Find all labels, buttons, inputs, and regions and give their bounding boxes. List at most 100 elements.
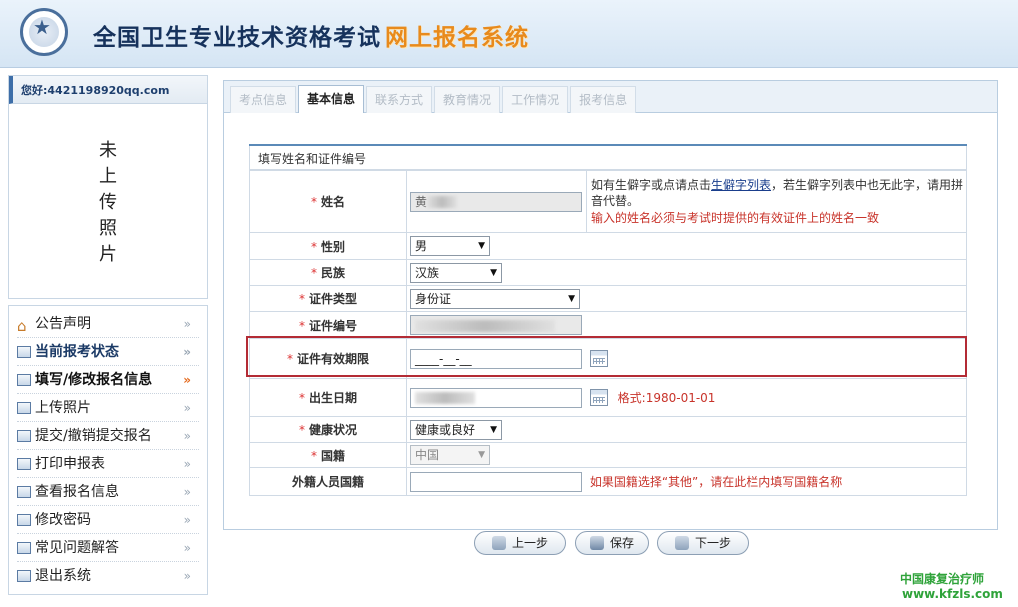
sidebar-menu: ⌂ 公告声明 » 当前报考状态 » 填写/修改报名信息 » 上传照片 » 提交/… <box>8 305 208 595</box>
menu-item-edit-registration[interactable]: 填写/修改报名信息 » <box>17 366 199 394</box>
arrow-left-icon <box>491 536 506 550</box>
menu-item-label: 打印申报表 <box>35 456 105 472</box>
row-nationality: * 国籍 中国 ▼ <box>249 442 967 468</box>
dropdown-arrow-icon: ▼ <box>490 424 497 435</box>
doc-icon <box>17 402 31 414</box>
menu-item-label: 常见问题解答 <box>35 540 119 556</box>
double-chevron-icon: » <box>183 401 191 415</box>
menu-item-print[interactable]: 打印申报表 » <box>17 450 199 478</box>
field-label: 外籍人员国籍 <box>291 475 364 489</box>
save-icon <box>589 536 604 550</box>
tab-contact[interactable]: 联系方式 <box>366 86 433 113</box>
menu-item-label: 查看报名信息 <box>35 484 119 500</box>
double-chevron-icon: » <box>183 569 191 583</box>
exam-logo: ★ <box>20 8 68 56</box>
menu-item-current-status[interactable]: 当前报考状态 » <box>17 338 199 366</box>
prev-button[interactable]: 上一步 <box>474 531 566 555</box>
arrow-right-icon <box>674 536 689 550</box>
header-banner: ★ 全国卫生专业技术资格考试 网上报名系统 <box>0 0 1018 68</box>
doc-icon <box>17 570 31 582</box>
field-label: 民族 <box>320 266 345 280</box>
row-name: * 姓名 黄 如有生僻字或点请点击生僻字列表，若生僻字列表中也无此字，请用拼音代替… <box>249 170 967 233</box>
menu-item-label: 修改密码 <box>35 512 91 528</box>
tab-bar: 考点信息 基本信息 联系方式 教育情况 工作情况 报考信息 <box>224 81 997 113</box>
basic-info-form: 填写姓名和证件编号 * 姓名 黄 如有生僻字或点请点击生僻字列表，若生僻字列表中也… <box>249 144 967 496</box>
doc-icon <box>17 346 31 358</box>
dropdown-arrow-icon: ▼ <box>478 450 485 460</box>
foreign-nationality-note: 如果国籍选择“其他”，请在此栏内填写国籍名称 <box>589 475 843 489</box>
menu-item-label: 当前报考状态 <box>35 344 119 360</box>
menu-item-label: 公告声明 <box>35 316 91 332</box>
doc-icon <box>17 430 31 442</box>
row-birth-date: * 出生日期 格式:1980-01-01 <box>249 378 967 417</box>
tab-education[interactable]: 教育情况 <box>434 86 501 113</box>
birth-date-format-hint: 格式:1980-01-01 <box>617 391 716 405</box>
field-label: 国籍 <box>320 448 345 463</box>
rare-char-link[interactable]: 生僻字列表 <box>711 178 771 192</box>
row-id-number: * 证件编号 <box>249 311 967 339</box>
menu-item-logout[interactable]: 退出系统 » <box>17 562 199 590</box>
doc-icon <box>17 486 31 498</box>
double-chevron-icon: » <box>183 485 191 499</box>
gender-select[interactable]: 男 ▼ <box>410 236 490 256</box>
dropdown-arrow-icon: ▼ <box>490 267 497 278</box>
field-label: 证件编号 <box>308 318 357 333</box>
tab-exam-info[interactable]: 报考信息 <box>570 86 637 113</box>
highlight-box <box>246 336 967 377</box>
calendar-icon[interactable] <box>589 389 608 406</box>
field-label: 姓名 <box>320 195 345 209</box>
menu-item-upload-photo[interactable]: 上传照片 » <box>17 394 199 422</box>
menu-item-change-password[interactable]: 修改密码 » <box>17 506 199 534</box>
house-icon: ⌂ <box>17 317 27 335</box>
user-panel: 您好:4421198920qq.com 未上传照片 <box>8 75 208 299</box>
tab-basic-info[interactable]: 基本信息 <box>298 85 365 113</box>
menu-item-label: 上传照片 <box>35 400 91 416</box>
watermark-line2: www.kfzls.com <box>902 587 1003 601</box>
dropdown-arrow-icon: ▼ <box>568 293 575 304</box>
health-select[interactable]: 健康或良好 ▼ <box>410 419 502 440</box>
menu-item-label: 填写/修改报名信息 <box>35 372 153 388</box>
doc-icon <box>17 542 31 554</box>
menu-item-label: 提交/撤销提交报名 <box>35 428 152 444</box>
menu-item-submit[interactable]: 提交/撤销提交报名 » <box>17 422 199 450</box>
star-icon: ★ <box>33 15 51 39</box>
double-chevron-icon: » <box>183 513 191 527</box>
double-chevron-icon: » <box>183 317 191 331</box>
name-note: 如有生僻字或点请点击生僻字列表，若生僻字列表中也无此字，请用拼音代替。 <box>591 178 964 208</box>
menu-item-view-info[interactable]: 查看报名信息 » <box>17 478 199 506</box>
main-panel: 考点信息 基本信息 联系方式 教育情况 工作情况 报考信息 填写姓名和证件编号 * 姓名 黄… <box>223 80 998 530</box>
doc-icon <box>17 458 31 470</box>
menu-item-announcement[interactable]: ⌂ 公告声明 » <box>17 310 199 338</box>
row-id-type: * 证件类型 身份证 ▼ <box>249 285 967 312</box>
doc-icon <box>17 514 31 526</box>
field-label: 证件类型 <box>308 292 357 306</box>
name-warning: 输入的姓名必须与考试时提供的有效证件上的姓名一致 <box>591 211 880 225</box>
tab-exam-site[interactable]: 考点信息 <box>230 86 297 113</box>
birth-date-input[interactable] <box>410 387 582 408</box>
site-title: 全国卫生专业技术资格考试 <box>93 25 381 51</box>
double-chevron-icon: » <box>183 345 191 359</box>
menu-item-faq[interactable]: 常见问题解答 » <box>17 534 199 562</box>
next-button[interactable]: 下一步 <box>657 531 749 555</box>
name-input[interactable]: 黄 <box>410 191 582 212</box>
row-gender: * 性别 男 ▼ <box>249 232 967 260</box>
id-number-input[interactable] <box>410 315 582 335</box>
foreign-nationality-input[interactable] <box>410 471 582 492</box>
photo-placeholder[interactable]: 未上传照片 <box>99 138 119 268</box>
tab-work[interactable]: 工作情况 <box>502 86 569 113</box>
save-button[interactable]: 保存 <box>575 531 649 555</box>
section-title: 填写姓名和证件编号 <box>249 146 967 170</box>
field-label: 出生日期 <box>308 391 357 405</box>
double-chevron-icon: » <box>183 373 191 387</box>
nationality-select[interactable]: 中国 ▼ <box>410 445 490 465</box>
double-chevron-icon: » <box>183 457 191 471</box>
id-type-select[interactable]: 身份证 ▼ <box>410 288 580 309</box>
ethnicity-select[interactable]: 汉族 ▼ <box>410 262 502 283</box>
watermark-line1: 中国康复治疗师 <box>900 572 985 586</box>
field-label: 性别 <box>320 239 345 254</box>
form-table: * 姓名 黄 如有生僻字或点请点击生僻字列表，若生僻字列表中也无此字，请用拼音代替… <box>249 170 967 496</box>
menu-item-label: 退出系统 <box>35 568 91 584</box>
double-chevron-icon: » <box>183 429 191 443</box>
row-foreign-nationality: 外籍人员国籍 如果国籍选择“其他”，请在此栏内填写国籍名称 <box>249 467 967 496</box>
site-subtitle: 网上报名系统 <box>385 25 529 51</box>
